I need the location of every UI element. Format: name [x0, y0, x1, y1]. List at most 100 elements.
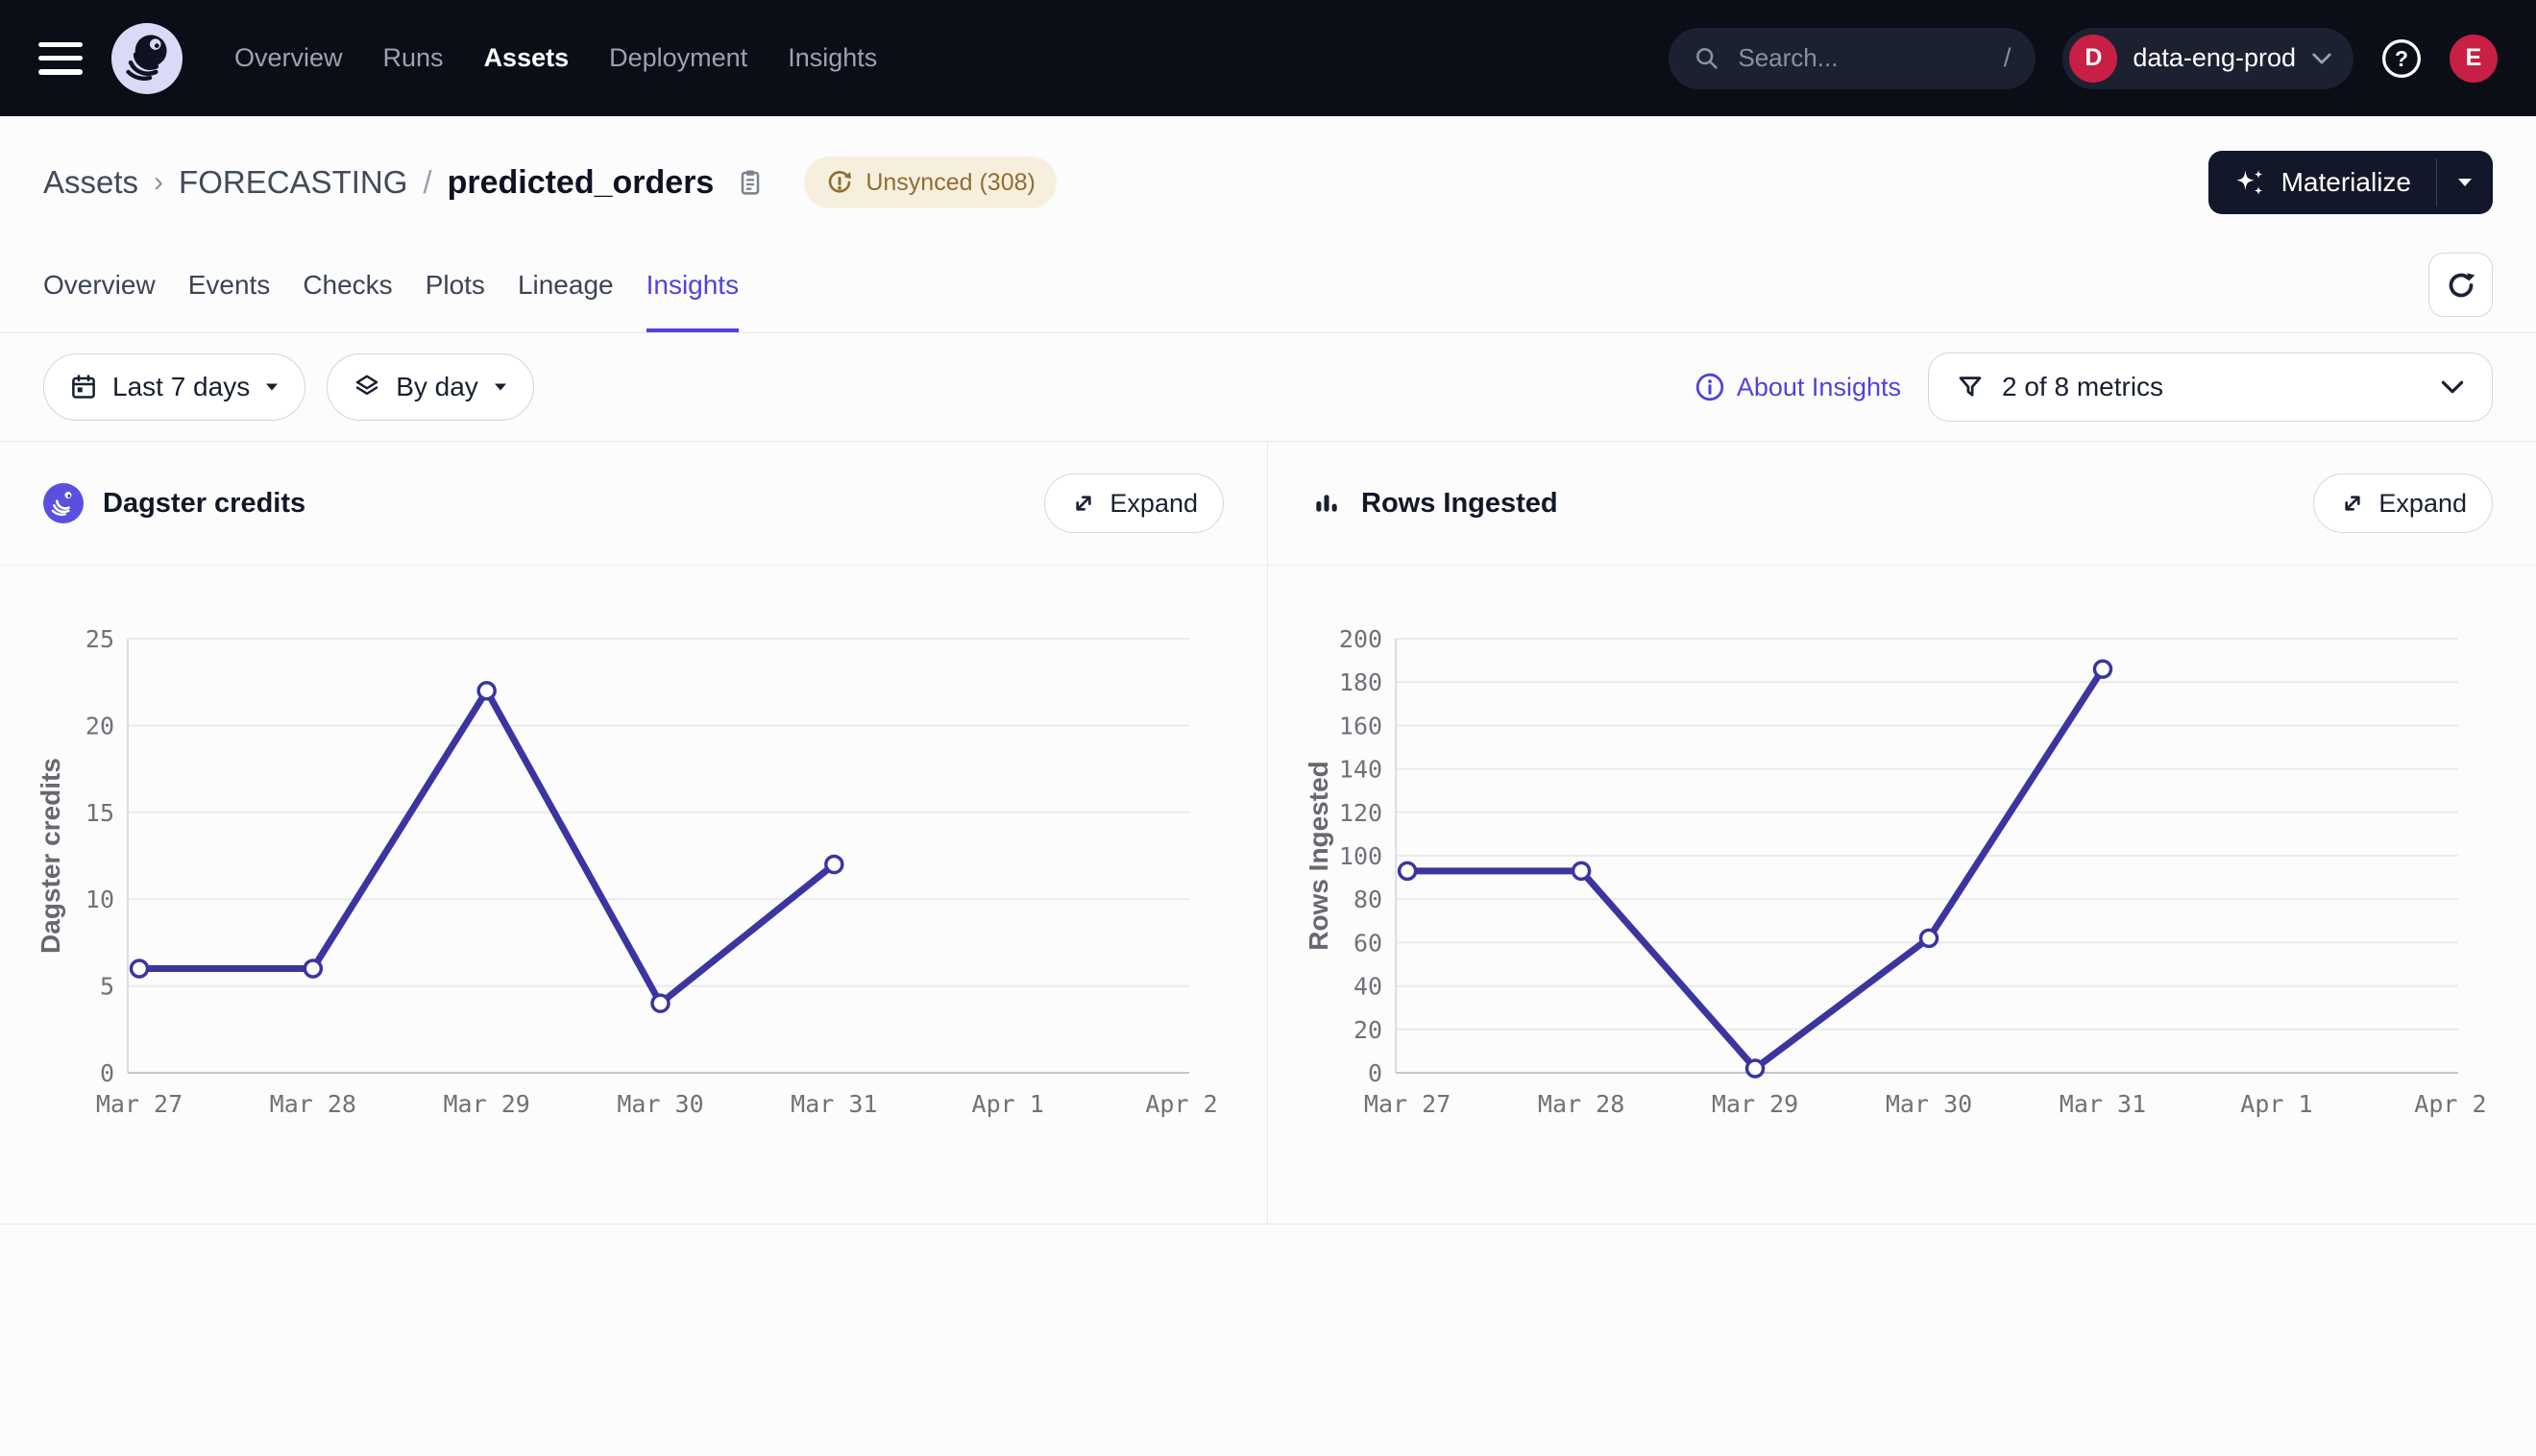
info-icon — [1695, 372, 1725, 402]
svg-text:Mar 30: Mar 30 — [1886, 1090, 1972, 1118]
breadcrumb: Assets › FORECASTING / predicted_orders — [43, 164, 766, 202]
sync-status-badge[interactable]: Unsynced (308) — [804, 157, 1056, 208]
breadcrumb-slash: / — [423, 164, 431, 201]
breadcrumb-assets[interactable]: Assets — [43, 164, 138, 201]
dagster-swirl-icon — [43, 483, 84, 523]
svg-text:?: ? — [2395, 46, 2408, 71]
expand-button[interactable]: Expand — [2313, 473, 2493, 533]
copy-asset-name-button[interactable] — [735, 167, 766, 198]
materialize-split-button: Materialize — [2208, 151, 2493, 214]
help-icon[interactable]: ? — [2380, 37, 2423, 80]
expand-label: Expand — [1110, 489, 1198, 519]
tab-insights[interactable]: Insights — [646, 237, 740, 332]
svg-text:Mar 29: Mar 29 — [1712, 1090, 1798, 1118]
nav-item-runs[interactable]: Runs — [383, 43, 444, 73]
rows-ingested-chart[interactable]: 020406080100120140160180200Mar 27Mar 28M… — [1268, 566, 2536, 1224]
materialize-label: Materialize — [2281, 167, 2411, 198]
svg-text:Dagster credits: Dagster credits — [36, 758, 65, 954]
chevron-down-icon — [2311, 52, 2332, 65]
svg-text:80: 80 — [1353, 886, 1382, 913]
refresh-icon — [2444, 268, 2478, 303]
materialize-button[interactable]: Materialize — [2208, 151, 2436, 214]
svg-text:0: 0 — [100, 1059, 114, 1087]
tab-overview[interactable]: Overview — [43, 237, 156, 332]
refresh-button[interactable] — [2428, 253, 2493, 317]
topnav-right: Search... / D data-eng-prod ? E — [1669, 28, 2498, 89]
svg-text:Mar 31: Mar 31 — [791, 1090, 877, 1118]
svg-text:Mar 28: Mar 28 — [1538, 1090, 1624, 1118]
tab-plots[interactable]: Plots — [426, 237, 485, 332]
panel-header: Dagster credits Expand — [0, 442, 1267, 566]
sync-status-label: Unsynced (308) — [866, 169, 1035, 197]
nav-item-assets[interactable]: Assets — [484, 43, 570, 73]
svg-text:120: 120 — [1339, 799, 1382, 827]
tab-events[interactable]: Events — [188, 237, 271, 332]
search-input[interactable]: Search... / — [1669, 28, 2036, 89]
expand-button[interactable]: Expand — [1044, 473, 1224, 533]
page-header: Assets › FORECASTING / predicted_orders … — [0, 116, 2536, 237]
top-nav: Overview Runs Assets Deployment Insights… — [0, 0, 2536, 116]
svg-text:Mar 27: Mar 27 — [1364, 1090, 1451, 1118]
deployment-name: data-eng-prod — [2133, 43, 2296, 73]
triangle-down-icon — [493, 382, 508, 392]
svg-text:160: 160 — [1339, 712, 1382, 740]
dagster-credits-chart[interactable]: 0510152025Mar 27Mar 28Mar 29Mar 30Mar 31… — [0, 566, 1267, 1224]
breadcrumb-group[interactable]: FORECASTING — [179, 164, 407, 201]
triangle-down-icon — [2455, 177, 2475, 188]
tab-checks[interactable]: Checks — [303, 237, 392, 332]
chart-title: Rows Ingested — [1361, 488, 1558, 520]
toolbar-right: About Insights 2 of 8 metrics — [1695, 352, 2493, 422]
date-range-value: Last 7 days — [112, 372, 250, 402]
about-insights-label: About Insights — [1737, 373, 1901, 402]
dagster-logo-icon[interactable] — [111, 23, 183, 94]
metrics-filter-select[interactable]: 2 of 8 metrics — [1928, 352, 2493, 422]
panel-dagster-credits: Dagster credits Expand 0510152025Mar 27M… — [0, 442, 1268, 1224]
svg-text:Mar 31: Mar 31 — [2060, 1090, 2146, 1118]
svg-text:Mar 29: Mar 29 — [444, 1090, 530, 1118]
layers-icon — [353, 373, 381, 401]
svg-text:10: 10 — [85, 886, 114, 913]
svg-text:20: 20 — [85, 712, 114, 740]
deployment-switcher[interactable]: D data-eng-prod — [2062, 28, 2353, 89]
user-avatar[interactable]: E — [2450, 35, 2498, 83]
svg-text:40: 40 — [1353, 973, 1382, 1001]
tab-lineage[interactable]: Lineage — [518, 237, 614, 332]
granularity-dropdown[interactable]: By day — [327, 353, 534, 421]
svg-text:15: 15 — [85, 799, 114, 827]
date-range-dropdown[interactable]: Last 7 days — [43, 353, 305, 421]
sync-alert-icon — [825, 168, 854, 197]
materialize-dropdown-button[interactable] — [2437, 151, 2493, 214]
panel-header: Rows Ingested Expand — [1268, 442, 2536, 566]
svg-text:100: 100 — [1339, 842, 1382, 870]
page-title-asset-name: predicted_orders — [448, 164, 715, 202]
svg-text:60: 60 — [1353, 929, 1382, 957]
nav-item-overview[interactable]: Overview — [234, 43, 343, 73]
svg-text:Apr 1: Apr 1 — [2240, 1090, 2312, 1118]
svg-text:5: 5 — [100, 973, 114, 1001]
svg-text:Apr 1: Apr 1 — [972, 1090, 1044, 1118]
svg-text:Rows Ingested: Rows Ingested — [1304, 761, 1333, 951]
svg-text:Mar 30: Mar 30 — [617, 1090, 703, 1118]
nav-item-deployment[interactable]: Deployment — [609, 43, 747, 73]
about-insights-link[interactable]: About Insights — [1695, 372, 1901, 402]
search-placeholder: Search... — [1738, 43, 1838, 73]
bar-chart-icon — [1311, 488, 1342, 519]
nav-item-insights[interactable]: Insights — [788, 43, 877, 73]
chevron-down-icon — [2440, 379, 2465, 395]
svg-text:140: 140 — [1339, 756, 1382, 784]
deployment-avatar: D — [2069, 35, 2117, 83]
svg-text:Apr 2: Apr 2 — [1145, 1090, 1217, 1118]
svg-text:0: 0 — [1368, 1059, 1382, 1087]
metrics-filter-value: 2 of 8 metrics — [2002, 372, 2163, 402]
calendar-icon — [69, 373, 98, 401]
expand-icon — [1070, 490, 1097, 517]
primary-nav: Overview Runs Assets Deployment Insights — [234, 43, 877, 73]
svg-text:Apr 2: Apr 2 — [2414, 1090, 2486, 1118]
breadcrumb-chevron: › — [154, 166, 163, 199]
sparkles-icon — [2233, 166, 2266, 199]
asset-tabs: Overview Events Checks Plots Lineage Ins… — [0, 237, 2536, 333]
chart-title: Dagster credits — [103, 488, 305, 520]
hamburger-menu-icon[interactable] — [38, 42, 83, 75]
clipboard-icon — [735, 167, 766, 198]
search-icon — [1694, 45, 1720, 72]
